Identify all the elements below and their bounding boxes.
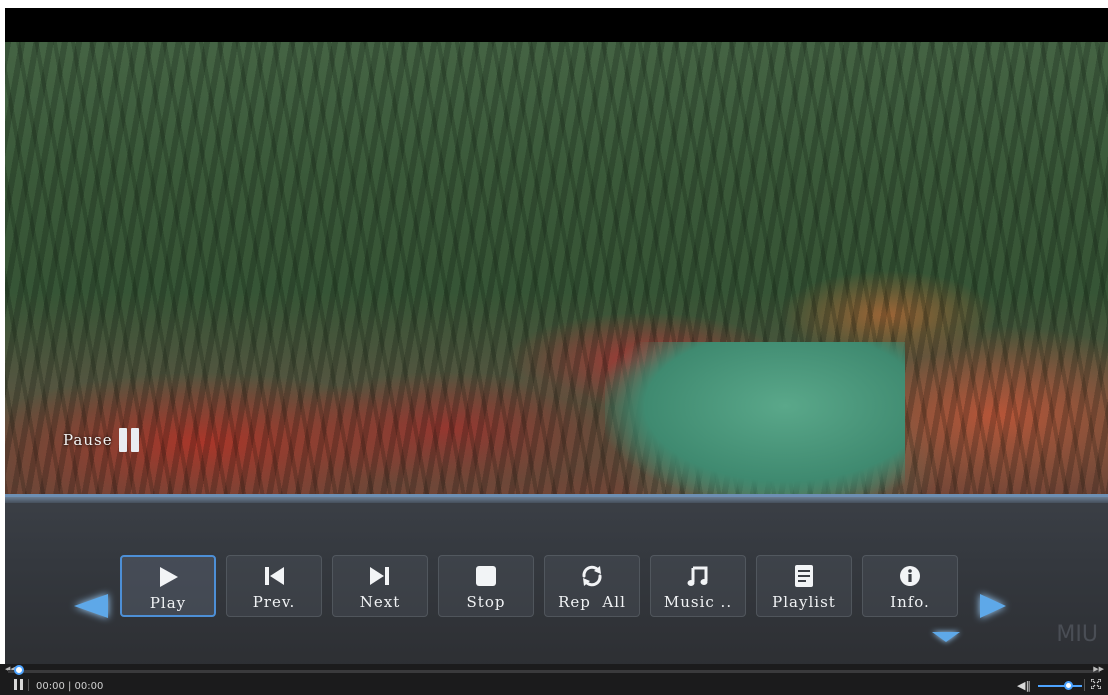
menu-scroll-left-arrow[interactable] [74,594,108,618]
divider [1084,679,1085,691]
previous-icon [263,564,285,588]
next-label: Next [359,593,401,611]
menu-scroll-right-arrow[interactable] [980,594,1006,618]
info-icon [899,564,921,588]
playlist-label: Playlist [772,593,836,611]
pause-indicator: Pause [63,428,139,452]
volume-slider[interactable] [1038,685,1082,687]
pause-button[interactable] [14,679,23,690]
divider [28,679,29,691]
play-icon [157,565,179,589]
seek-bar[interactable] [8,670,1100,673]
repeat-all-label: Rep All [558,593,626,611]
osd-menu: Play Prev. Next Stop Rep All Music .. Pl… [120,555,968,617]
repeat-all-button[interactable]: Rep All [544,555,640,617]
playlist-icon [794,564,814,588]
info-button[interactable]: Info. [862,555,958,617]
music-label: Music .. [663,593,733,611]
playlist-button[interactable]: Playlist [756,555,852,617]
panel-top-edge [5,497,1108,503]
music-button[interactable]: Music .. [650,555,746,617]
fullscreen-icon[interactable] [1091,679,1101,689]
video-river [605,342,905,497]
music-note-icon [687,564,709,588]
stop-label: Stop [466,593,506,611]
pause-label: Pause [63,431,113,449]
menu-scroll-down-arrow[interactable] [932,632,960,642]
letterbox-top-bar [5,8,1108,42]
next-button[interactable]: Next [332,555,428,617]
previous-label: Prev. [252,593,296,611]
repeat-icon [580,564,604,588]
seek-end-marker-icon: ▶▶ [1093,665,1104,673]
volume-icon[interactable]: ◀‖ [1017,679,1031,692]
stop-button[interactable]: Stop [438,555,534,617]
stop-icon [475,564,497,588]
info-label: Info. [890,593,930,611]
video-frame[interactable] [5,42,1108,497]
time-display: 00:00 | 00:00 [36,681,104,692]
pause-icon [118,428,139,452]
watermark: MIU [1056,622,1098,647]
play-button[interactable]: Play [120,555,216,617]
volume-handle[interactable] [1064,681,1073,690]
next-icon [369,564,391,588]
previous-button[interactable]: Prev. [226,555,322,617]
play-label: Play [149,594,187,612]
player-control-bar: ◀◀ ▶▶ 00:00 | 00:00 ◀‖ [0,664,1108,695]
seek-handle[interactable] [14,665,24,675]
video-forest-texture [5,42,1108,497]
